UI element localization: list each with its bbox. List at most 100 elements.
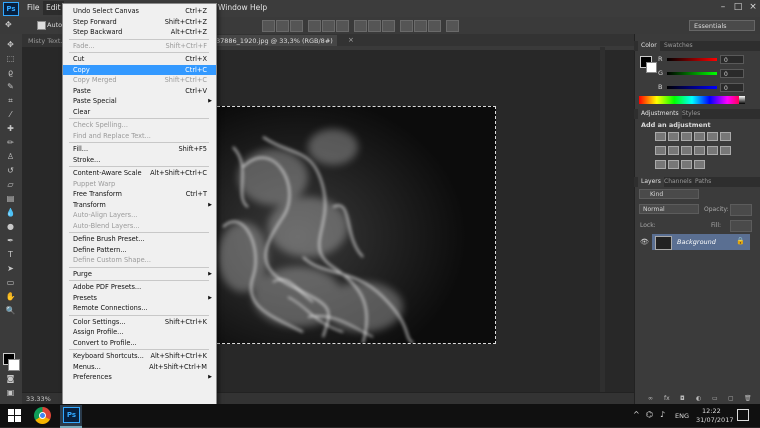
new-layer-icon[interactable]: ▢ bbox=[728, 395, 734, 402]
menu-item-paste-special[interactable]: Paste Special ▶ bbox=[63, 96, 216, 106]
marquee-tool-icon[interactable]: ⬚ bbox=[4, 54, 17, 64]
curves-adjustment-icon[interactable] bbox=[681, 132, 692, 141]
menu-help[interactable]: Help bbox=[250, 3, 267, 12]
channel-r-value[interactable]: 0 bbox=[720, 55, 744, 64]
zoom-tool-icon[interactable]: 🔍 bbox=[4, 306, 17, 316]
windows-start-icon[interactable] bbox=[8, 409, 21, 422]
tab-styles[interactable]: Styles bbox=[679, 109, 703, 119]
eyedropper-tool-icon[interactable]: ⁄ bbox=[4, 110, 17, 120]
vibrance-adjustment-icon[interactable] bbox=[707, 132, 718, 141]
network-icon[interactable]: ⌬ bbox=[646, 410, 653, 419]
menu-item-step-forward[interactable]: Step Forward Shift+Ctrl+Z bbox=[63, 17, 216, 27]
brush-tool-icon[interactable]: ✏ bbox=[4, 138, 17, 148]
volume-icon[interactable]: ♪ bbox=[660, 410, 665, 419]
gradient-map-adjustment-icon[interactable] bbox=[681, 160, 692, 169]
channel-b-value[interactable]: 0 bbox=[720, 83, 744, 92]
background-color-swatch[interactable] bbox=[8, 359, 20, 371]
channel-mixer-adjustment-icon[interactable] bbox=[694, 146, 705, 155]
menu-item-free-transform[interactable]: Free Transform Ctrl+T bbox=[63, 189, 216, 199]
align-top-icon[interactable] bbox=[262, 20, 275, 32]
gradient-tool-icon[interactable]: ▤ bbox=[4, 194, 17, 204]
levels-adjustment-icon[interactable] bbox=[668, 132, 679, 141]
menu-item-adobe-pdf-presets[interactable]: Adobe PDF Presets... bbox=[63, 282, 216, 292]
menu-file[interactable]: File bbox=[27, 3, 40, 12]
color-spectrum[interactable] bbox=[639, 96, 745, 104]
clock-time[interactable]: 12:22 bbox=[702, 407, 721, 415]
menu-item-copy[interactable]: Copy Ctrl+C bbox=[63, 64, 216, 75]
zoom-level[interactable]: 33.33% bbox=[26, 395, 51, 403]
menu-item-presets[interactable]: Presets ▶ bbox=[63, 293, 216, 303]
close-icon[interactable]: × bbox=[748, 2, 758, 12]
channel-g-value[interactable]: 0 bbox=[720, 69, 744, 78]
channel-b-slider[interactable] bbox=[667, 86, 717, 89]
blend-mode-select[interactable]: Normal bbox=[639, 204, 699, 214]
color-balance-adjustment-icon[interactable] bbox=[655, 146, 666, 155]
clone-stamp-tool-icon[interactable]: ♙ bbox=[4, 152, 17, 162]
language-indicator[interactable]: ENG bbox=[675, 412, 689, 420]
tab-adjustments[interactable]: Adjustments bbox=[638, 109, 682, 119]
opacity-input[interactable] bbox=[730, 204, 752, 216]
menu-item-stroke[interactable]: Stroke... bbox=[63, 155, 216, 165]
quick-mask-icon[interactable]: ◙ bbox=[4, 374, 17, 384]
auto-select-checkbox[interactable] bbox=[37, 21, 46, 30]
shape-tool-icon[interactable]: ▭ bbox=[4, 278, 17, 288]
menu-item-cut[interactable]: Cut Ctrl+X bbox=[63, 54, 216, 64]
fill-input[interactable] bbox=[730, 220, 752, 232]
chrome-icon[interactable] bbox=[34, 407, 51, 424]
hand-tool-icon[interactable]: ✋ bbox=[4, 292, 17, 302]
mask-icon[interactable]: ◘ bbox=[680, 395, 685, 402]
black-white-adjustment-icon[interactable] bbox=[668, 146, 679, 155]
align-center-icon[interactable] bbox=[322, 20, 335, 32]
posterize-adjustment-icon[interactable] bbox=[655, 160, 666, 169]
threshold-adjustment-icon[interactable] bbox=[668, 160, 679, 169]
color-lookup-adjustment-icon[interactable] bbox=[707, 146, 718, 155]
smoke-image[interactable] bbox=[212, 106, 496, 344]
spectrum-bw-ramp[interactable] bbox=[739, 96, 745, 104]
menu-window[interactable]: Window bbox=[218, 3, 248, 12]
group-icon[interactable]: ▭ bbox=[712, 395, 718, 402]
distribute-center-icon[interactable] bbox=[414, 20, 427, 32]
align-middle-icon[interactable] bbox=[276, 20, 289, 32]
align-bottom-icon[interactable] bbox=[290, 20, 303, 32]
menu-item-keyboard-shortcuts[interactable]: Keyboard Shortcuts... Alt+Shift+Ctrl+K bbox=[63, 351, 216, 361]
layer-filter-kind[interactable]: Kind bbox=[639, 189, 699, 199]
menu-item-content-aware-scale[interactable]: Content-Aware Scale Alt+Shift+Ctrl+C bbox=[63, 168, 216, 178]
menu-item-assign-profile[interactable]: Assign Profile... bbox=[63, 327, 216, 337]
dodge-tool-icon[interactable]: ● bbox=[4, 222, 17, 232]
menu-item-transform[interactable]: Transform ▶ bbox=[63, 200, 216, 210]
quick-select-tool-icon[interactable]: ✎ bbox=[4, 82, 17, 92]
menu-item-remote-connections[interactable]: Remote Connections... bbox=[63, 303, 216, 313]
auto-align-icon[interactable] bbox=[446, 20, 459, 32]
distribute-middle-icon[interactable] bbox=[368, 20, 381, 32]
menu-item-clear[interactable]: Clear bbox=[63, 107, 216, 117]
invert-adjustment-icon[interactable] bbox=[720, 146, 731, 155]
menu-item-define-brush-preset[interactable]: Define Brush Preset... bbox=[63, 234, 216, 244]
photo-filter-adjustment-icon[interactable] bbox=[681, 146, 692, 155]
workspace-select[interactable]: Essentials bbox=[689, 20, 755, 31]
minimize-icon[interactable]: – bbox=[718, 2, 728, 12]
menu-item-paste[interactable]: Paste Ctrl+V bbox=[63, 86, 216, 96]
delete-layer-icon[interactable]: 🗑 bbox=[744, 395, 752, 402]
tab-color[interactable]: Color bbox=[638, 41, 660, 51]
distribute-bottom-icon[interactable] bbox=[382, 20, 395, 32]
history-brush-tool-icon[interactable]: ↺ bbox=[4, 166, 17, 176]
align-left-icon[interactable] bbox=[308, 20, 321, 32]
link-layers-icon[interactable]: ∞ bbox=[648, 395, 653, 402]
tray-chevron-icon[interactable]: ^ bbox=[633, 410, 640, 419]
tab-paths[interactable]: Paths bbox=[692, 177, 714, 187]
photoshop-taskbar-button[interactable]: Ps bbox=[60, 405, 82, 428]
layer-row-background[interactable]: Background 🔒 bbox=[652, 234, 750, 250]
path-select-tool-icon[interactable]: ➤ bbox=[4, 264, 17, 274]
move-tool-icon[interactable]: ✥ bbox=[5, 20, 15, 30]
menu-item-fill[interactable]: Fill... Shift+F5 bbox=[63, 144, 216, 154]
menu-item-undo-select-canvas[interactable]: Undo Select Canvas Ctrl+Z bbox=[63, 6, 216, 16]
tab-swatches[interactable]: Swatches bbox=[661, 41, 696, 51]
distribute-right-icon[interactable] bbox=[428, 20, 441, 32]
crop-tool-icon[interactable]: ⌗ bbox=[4, 96, 17, 106]
menu-item-step-backward[interactable]: Step Backward Alt+Ctrl+Z bbox=[63, 27, 216, 37]
selective-color-adjustment-icon[interactable] bbox=[694, 160, 705, 169]
close-tab-icon[interactable]: × bbox=[348, 36, 354, 44]
align-right-icon[interactable] bbox=[336, 20, 349, 32]
tab-channels[interactable]: Channels bbox=[661, 177, 695, 187]
hue-sat-adjustment-icon[interactable] bbox=[720, 132, 731, 141]
